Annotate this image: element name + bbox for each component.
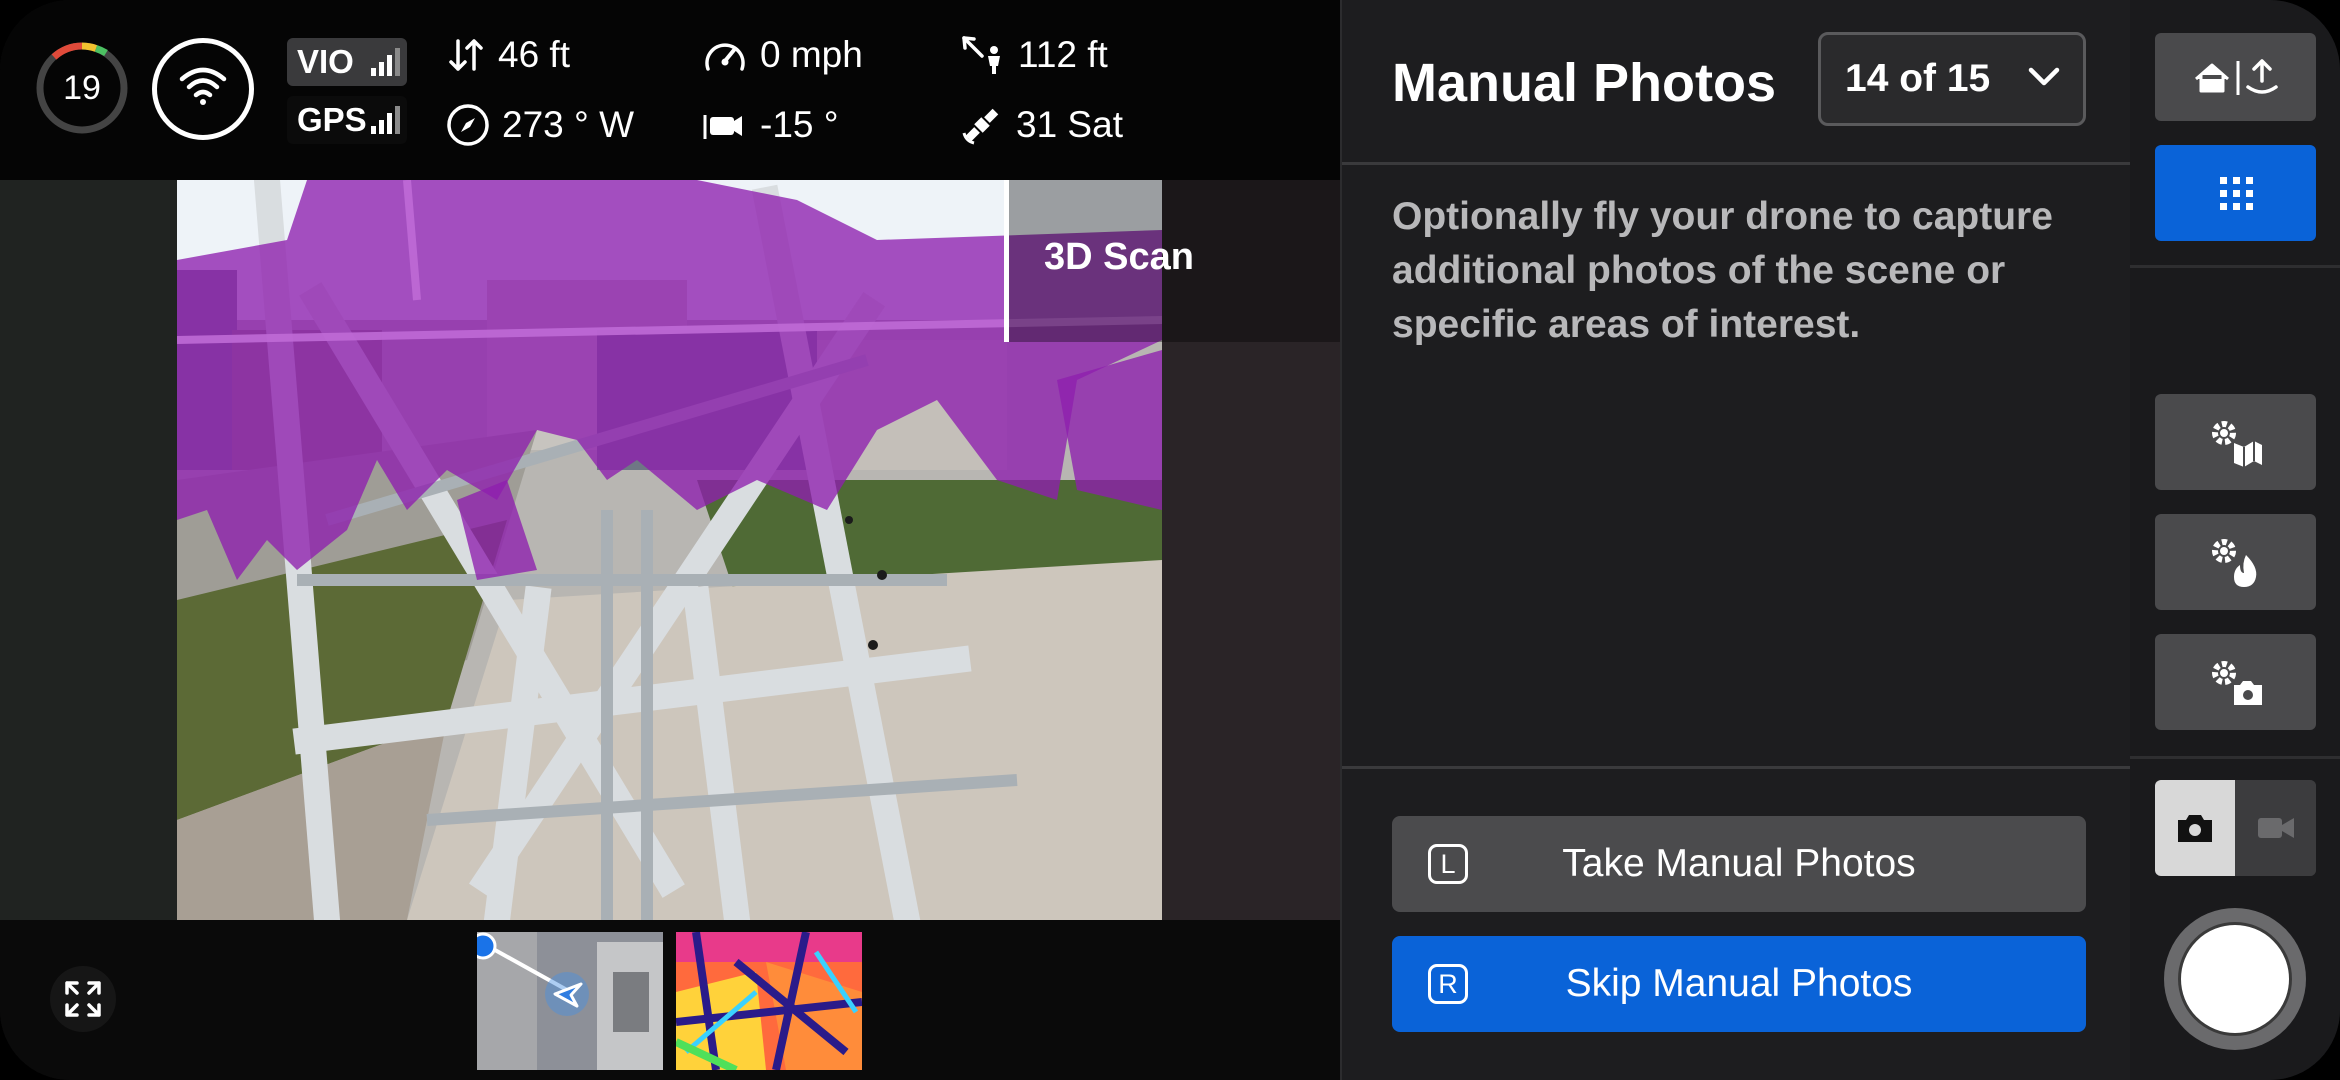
gimbal-camera-icon (703, 115, 742, 139)
home-upload-icon (2194, 59, 2278, 95)
footer-divider (1342, 766, 2132, 769)
panel-header: Manual Photos 14 of 15 (1342, 0, 2132, 165)
shutter-button[interactable] (2164, 908, 2306, 1050)
gps-label: GPS (297, 101, 367, 138)
scan-mode-label: 3D Scan (1044, 236, 1194, 278)
skip-manual-photos-button[interactable]: R Skip Manual Photos (1392, 936, 2086, 1032)
altitude-value: 46 ft (498, 34, 570, 75)
map-settings-button[interactable] (2155, 394, 2316, 490)
speed-readout: 0 mph (702, 30, 863, 80)
heading-value: 273 ° W (502, 104, 635, 145)
step-selector[interactable]: 14 of 15 (1818, 32, 2086, 126)
step-indicator: 14 of 15 (1845, 57, 1991, 100)
video-camera-icon (2257, 818, 2294, 838)
altitude-arrows-icon (449, 39, 483, 71)
skip-manual-photos-label: Skip Manual Photos (1565, 962, 1913, 1005)
camera-settings-button[interactable] (2155, 634, 2316, 730)
wifi-status-icon[interactable] (152, 38, 254, 140)
camera-pane: 19 VIO GPS 46 ft 273 ° W 0 mph -15 ° 112… (0, 0, 1340, 1080)
expand-view-button[interactable] (50, 966, 116, 1032)
altitude-readout: 46 ft (446, 30, 570, 80)
rail-divider (2130, 265, 2340, 268)
return-home-button[interactable] (2155, 33, 2316, 121)
satellite-value: 31 Sat (1016, 104, 1123, 145)
photo-camera-icon (2178, 815, 2212, 842)
apps-grid-button[interactable] (2155, 145, 2316, 241)
step-panel: Manual Photos 14 of 15 Optionally fly yo… (1340, 0, 2132, 1080)
heading-readout: 273 ° W (446, 100, 634, 150)
vio-label: VIO (297, 43, 354, 80)
take-manual-photos-button[interactable]: L Take Manual Photos (1392, 816, 2086, 912)
flight-app: 19 VIO GPS 46 ft 273 ° W 0 mph -15 ° 112… (0, 0, 2340, 1080)
home-distance-icon (962, 36, 1000, 74)
gps-signal: GPS (287, 96, 407, 144)
speedometer-icon (705, 43, 745, 71)
rail-divider (2130, 756, 2340, 759)
take-manual-photos-label: Take Manual Photos (1562, 842, 1916, 885)
signal-bars-icon (371, 106, 400, 134)
panel-description: Optionally fly your drone to capture add… (1392, 195, 2053, 346)
photo-mode-option[interactable] (2155, 780, 2235, 876)
panel-title: Manual Photos (1392, 53, 1777, 113)
side-rail (2130, 0, 2340, 1080)
grid-icon (2219, 177, 2253, 210)
capture-mode-toggle[interactable] (2155, 780, 2316, 876)
satellite-readout: 31 Sat (960, 100, 1123, 150)
map-settings-icon (2211, 421, 2262, 467)
chevron-down-icon (2028, 67, 2060, 86)
gimbal-value: -15 ° (760, 104, 839, 145)
compass-icon (447, 104, 489, 146)
battery-level: 19 (63, 69, 101, 107)
telemetry-bar: 19 VIO GPS 46 ft 273 ° W 0 mph -15 ° 112… (0, 0, 1340, 180)
thermal-thumbnail[interactable] (676, 932, 862, 1070)
flame-settings-icon (2211, 539, 2256, 587)
map-thumbnail[interactable] (477, 932, 663, 1070)
video-mode-option[interactable] (2235, 780, 2316, 876)
scan-mode-divider (1004, 180, 1009, 342)
thermal-settings-button[interactable] (2155, 514, 2316, 610)
satellite-icon (962, 108, 999, 145)
distance-value: 112 ft (1018, 34, 1108, 75)
gimbal-readout: -15 ° (702, 100, 839, 150)
distance-readout: 112 ft (960, 30, 1108, 80)
vio-signal: VIO (287, 38, 407, 86)
signal-bars-icon (371, 48, 400, 76)
speed-value: 0 mph (760, 34, 863, 75)
camera-bottom-bar (0, 920, 1340, 1080)
expand-icon (65, 981, 101, 1017)
shutter-inner (2178, 922, 2292, 1036)
camera-settings-icon (2211, 661, 2262, 705)
